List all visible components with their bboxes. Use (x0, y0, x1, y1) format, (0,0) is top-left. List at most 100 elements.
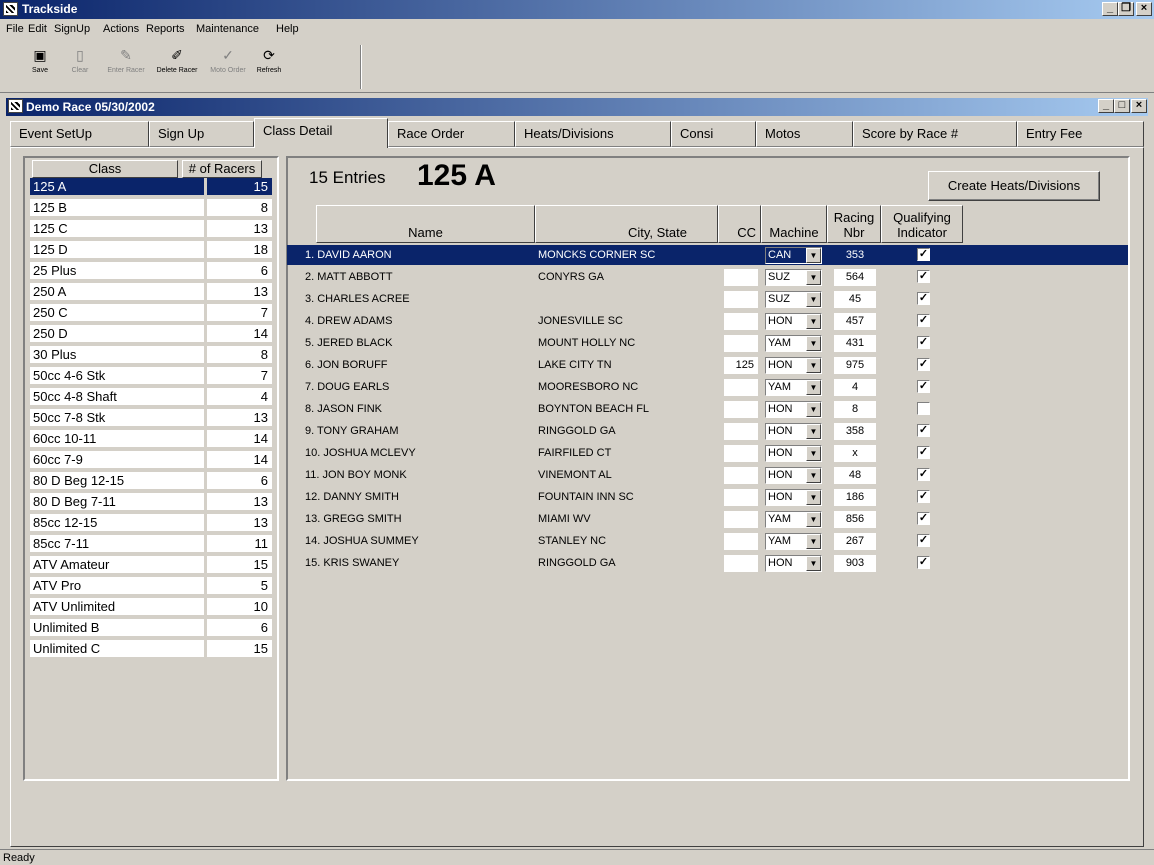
racing-number-field[interactable]: x (834, 445, 876, 462)
racer-count-column-header[interactable]: # of Racers (182, 160, 262, 178)
tab-score-by-race[interactable]: Score by Race # (853, 121, 1017, 147)
qualifying-checkbox[interactable]: ✓ (917, 248, 930, 261)
racing-number-field[interactable]: 186 (834, 489, 876, 506)
class-list-item[interactable]: 250 A 13 (30, 283, 274, 301)
machine-select[interactable]: HON ▼ (765, 423, 822, 440)
create-heats-divisions-button[interactable]: Create Heats/Divisions (928, 171, 1100, 201)
machine-select[interactable]: HON ▼ (765, 467, 822, 484)
tab-motos[interactable]: Motos (756, 121, 853, 147)
cc-field[interactable] (724, 291, 758, 308)
entry-row[interactable]: 1. DAVID AARON MONCKS CORNER SC CAN ▼ 353 ✓ (287, 245, 1128, 265)
entry-row[interactable]: 2. MATT ABBOTT CONYRS GA SUZ ▼ 564 ✓ (287, 267, 1128, 287)
qualifying-checkbox[interactable]: ✓ (917, 270, 930, 283)
machine-select[interactable]: HON ▼ (765, 313, 822, 330)
class-list-item[interactable]: ATV Amateur 15 (30, 556, 274, 574)
class-list-item[interactable]: 250 D 14 (30, 325, 274, 343)
moto-order-button[interactable]: ✓ Moto Order (205, 45, 251, 89)
cc-column-header[interactable]: CC (718, 205, 761, 243)
class-column-header[interactable]: Class (32, 160, 178, 178)
racing-number-field[interactable]: 4 (834, 379, 876, 396)
racing-number-field[interactable]: 856 (834, 511, 876, 528)
tab-consi[interactable]: Consi (671, 121, 756, 147)
chevron-down-icon[interactable]: ▼ (806, 270, 821, 285)
machine-column-header[interactable]: Machine (761, 205, 827, 243)
entry-row[interactable]: 6. JON BORUFF LAKE CITY TN 125 HON ▼ 975 ✓ (287, 355, 1128, 375)
cc-field[interactable] (724, 423, 758, 440)
chevron-down-icon[interactable]: ▼ (806, 534, 821, 549)
qualifying-checkbox[interactable]: ✓ (917, 336, 930, 349)
city-column-header[interactable]: City, State (535, 205, 718, 243)
qualifying-checkbox[interactable]: ✓ (917, 358, 930, 371)
cc-field[interactable]: 125 (724, 357, 758, 374)
menu-help[interactable]: Help (276, 23, 299, 35)
entry-row[interactable]: 5. JERED BLACK MOUNT HOLLY NC YAM ▼ 431 ✓ (287, 333, 1128, 353)
class-list-item[interactable]: Unlimited B6 (30, 619, 274, 637)
machine-select[interactable]: SUZ ▼ (765, 269, 822, 286)
racing-number-field[interactable]: 903 (834, 555, 876, 572)
qualifying-checkbox[interactable]: ✓ (917, 380, 930, 393)
menu-signup[interactable]: SignUp (54, 23, 90, 35)
chevron-down-icon[interactable]: ▼ (806, 248, 821, 263)
qualifying-checkbox[interactable]: ✓ (917, 512, 930, 525)
cc-field[interactable] (724, 335, 758, 352)
class-list-item[interactable]: 60cc 7-9 14 (30, 451, 274, 469)
racing-number-field[interactable]: 564 (834, 269, 876, 286)
qualifying-indicator-column-header[interactable]: Qualifying Indicator (881, 205, 963, 243)
racing-nbr-column-header[interactable]: Racing Nbr (827, 205, 881, 243)
cc-field[interactable] (724, 555, 758, 572)
child-maximize-icon[interactable]: □ (1114, 99, 1130, 113)
menu-maintenance[interactable]: Maintenance (196, 23, 259, 35)
entry-row[interactable]: 12. DANNY SMITH FOUNTAIN INN SC HON ▼ 186 ✓ (287, 487, 1128, 507)
chevron-down-icon[interactable]: ▼ (806, 468, 821, 483)
entry-row[interactable]: 14. JOSHUA SUMMEY STANLEY NC YAM ▼ 267 ✓ (287, 531, 1128, 551)
chevron-down-icon[interactable]: ▼ (806, 292, 821, 307)
machine-select[interactable]: CAN ▼ (765, 247, 822, 264)
cc-field[interactable] (724, 511, 758, 528)
chevron-down-icon[interactable]: ▼ (806, 402, 821, 417)
class-list-item[interactable]: ATV Pro 5 (30, 577, 274, 595)
racing-number-field[interactable]: 8 (834, 401, 876, 418)
class-list-item[interactable]: 30 Plus 8 (30, 346, 274, 364)
tab-event-setup[interactable]: Event SetUp (10, 121, 149, 147)
restore-icon[interactable]: ❐ (1118, 2, 1134, 16)
class-list-item[interactable]: 50cc 7-8 Stk 13 (30, 409, 274, 427)
entry-row[interactable]: 7. DOUG EARLS MOORESBORO NC YAM ▼ 4 ✓ (287, 377, 1128, 397)
machine-select[interactable]: YAM ▼ (765, 533, 822, 550)
chevron-down-icon[interactable]: ▼ (806, 336, 821, 351)
qualifying-checkbox[interactable]: ✓ (917, 424, 930, 437)
machine-select[interactable]: HON ▼ (765, 401, 822, 418)
qualifying-checkbox[interactable]: ✓ (917, 534, 930, 547)
racing-number-field[interactable]: 457 (834, 313, 876, 330)
machine-select[interactable]: YAM ▼ (765, 379, 822, 396)
class-list-item[interactable]: ATV Unlimited 10 (30, 598, 274, 616)
class-list-item[interactable]: 25 Plus 6 (30, 262, 274, 280)
cc-field[interactable] (724, 247, 758, 264)
entry-row[interactable]: 8. JASON FINK BOYNTON BEACH FL HON ▼ 8 (287, 399, 1128, 419)
cc-field[interactable] (724, 401, 758, 418)
class-list-item[interactable]: 250 C7 (30, 304, 274, 322)
class-list-item[interactable]: 85cc 12-15 13 (30, 514, 274, 532)
enter-racer-button[interactable]: ✎ Enter Racer (103, 45, 149, 89)
cc-field[interactable] (724, 445, 758, 462)
cc-field[interactable] (724, 269, 758, 286)
menu-reports[interactable]: Reports (146, 23, 185, 35)
tab-entry-fee[interactable]: Entry Fee (1017, 121, 1144, 147)
qualifying-checkbox[interactable]: ✓ (917, 446, 930, 459)
tab-sign-up[interactable]: Sign Up (149, 121, 254, 147)
qualifying-checkbox[interactable]: ✓ (917, 556, 930, 569)
chevron-down-icon[interactable]: ▼ (806, 490, 821, 505)
class-list-item[interactable]: 125 D 18 (30, 241, 274, 259)
save-button[interactable]: ▣ Save (26, 45, 54, 89)
chevron-down-icon[interactable]: ▼ (806, 556, 821, 571)
menu-actions[interactable]: Actions (103, 23, 139, 35)
class-list-item[interactable]: 85cc 7-11 11 (30, 535, 274, 553)
chevron-down-icon[interactable]: ▼ (806, 424, 821, 439)
racing-number-field[interactable]: 358 (834, 423, 876, 440)
class-list-item[interactable]: 125 C 13 (30, 220, 274, 238)
class-list-item[interactable]: 125 A 15 (30, 178, 274, 196)
machine-select[interactable]: YAM ▼ (765, 335, 822, 352)
racing-number-field[interactable]: 353 (834, 247, 876, 264)
qualifying-checkbox[interactable]: ✓ (917, 314, 930, 327)
entry-row[interactable]: 13. GREGG SMITH MIAMI WV YAM ▼ 856 ✓ (287, 509, 1128, 529)
class-list-item[interactable]: 50cc 4-6 Stk 7 (30, 367, 274, 385)
